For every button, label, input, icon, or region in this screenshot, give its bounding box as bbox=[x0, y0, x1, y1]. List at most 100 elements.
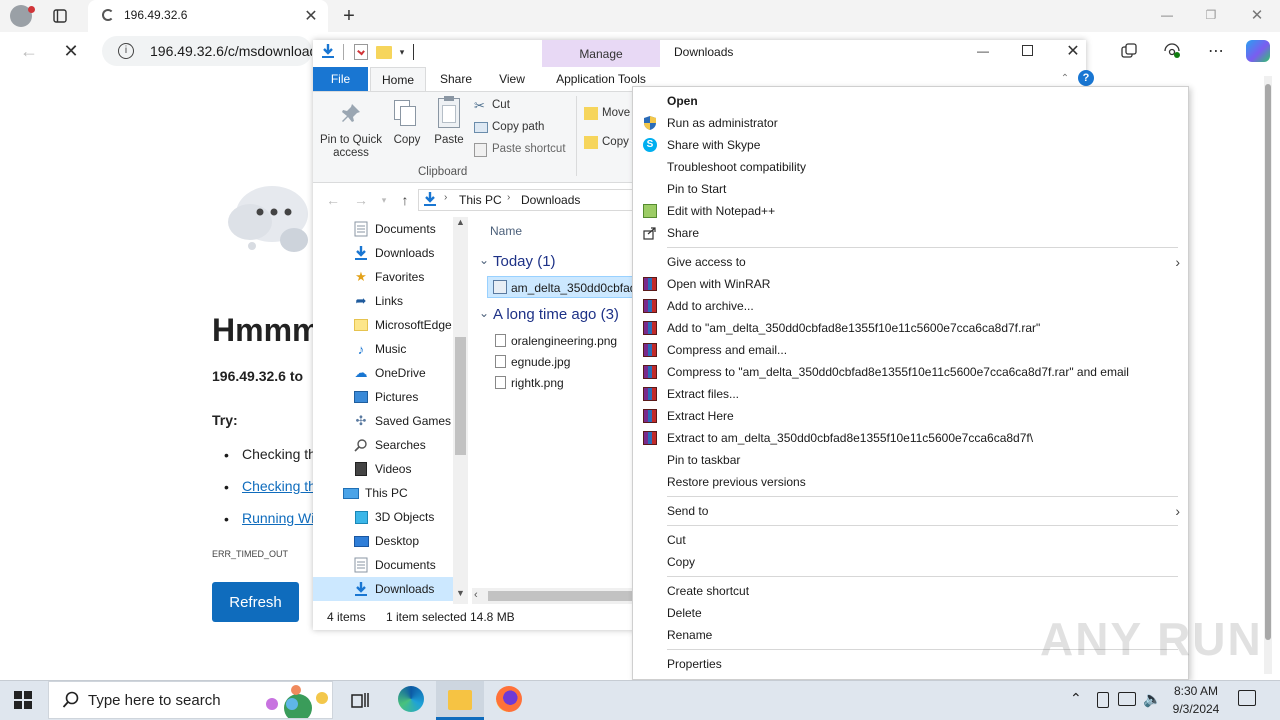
sidebar-item-this-pc[interactable]: This PC bbox=[343, 481, 453, 505]
sidebar-item-favorites[interactable]: ★ Favorites bbox=[353, 265, 453, 289]
path-chevron-icon[interactable]: › bbox=[507, 192, 510, 203]
menu-item-compress-and-email[interactable]: Compress and email... bbox=[633, 339, 1188, 361]
explorer-close-icon[interactable]: ✕ bbox=[1064, 42, 1082, 60]
quick-access-download-icon[interactable] bbox=[320, 43, 338, 61]
battery-icon[interactable] bbox=[1097, 692, 1109, 708]
more-options-icon[interactable]: ⋯ bbox=[1205, 40, 1227, 62]
group-long-ago[interactable]: A long time ago (3) bbox=[493, 306, 619, 323]
minimize-icon[interactable]: — bbox=[1158, 6, 1176, 24]
copy-path-button[interactable]: Copy path bbox=[492, 121, 544, 133]
menu-item-give-access-to[interactable]: Give access to › bbox=[633, 251, 1188, 273]
menu-item-create-shortcut[interactable]: Create shortcut bbox=[633, 580, 1188, 602]
group-today[interactable]: Today (1) bbox=[493, 253, 556, 270]
selected-file-name[interactable]: am_delta_350dd0cbfad bbox=[511, 281, 633, 295]
copilot-icon[interactable] bbox=[1246, 40, 1270, 62]
help-icon[interactable]: ? bbox=[1078, 70, 1094, 86]
move-to-button[interactable]: Move bbox=[602, 107, 630, 119]
window-close-icon[interactable]: ✕ bbox=[1248, 6, 1266, 24]
menu-item-open[interactable]: Open bbox=[633, 90, 1188, 112]
sidebar-item-onedrive[interactable]: ☁ OneDrive bbox=[353, 361, 453, 385]
firefox-taskbar-icon[interactable] bbox=[496, 686, 522, 712]
menu-item-pin-to-start[interactable]: Pin to Start bbox=[633, 178, 1188, 200]
sidebar-item-downloads[interactable]: Downloads bbox=[313, 577, 453, 601]
menu-item-extract-files[interactable]: Extract files... bbox=[633, 383, 1188, 405]
tab-share[interactable]: Share bbox=[430, 67, 482, 91]
menu-item-pin-to-taskbar[interactable]: Pin to taskbar bbox=[633, 449, 1188, 471]
tab-actions-icon[interactable] bbox=[50, 6, 70, 26]
collections-icon[interactable] bbox=[1118, 40, 1140, 62]
tab-home[interactable]: Home bbox=[370, 67, 426, 91]
new-tab-icon[interactable]: + bbox=[338, 5, 360, 27]
sidebar-item-links[interactable]: ➦ Links bbox=[353, 289, 453, 313]
horizontal-scrollbar[interactable]: ‹ bbox=[472, 588, 633, 604]
menu-item-share-with-skype[interactable]: S Share with Skype bbox=[633, 134, 1188, 156]
paste-shortcut-button[interactable]: Paste shortcut bbox=[492, 143, 566, 155]
extensions-icon[interactable] bbox=[1161, 40, 1183, 62]
sidebar-item-documents[interactable]: Documents bbox=[353, 553, 453, 577]
menu-item-extract-here[interactable]: Extract Here bbox=[633, 405, 1188, 427]
sidebar-item-documents[interactable]: Documents bbox=[353, 217, 453, 241]
edge-taskbar-icon[interactable] bbox=[398, 686, 424, 712]
sidebar-scrollbar[interactable]: ▲ ▼ bbox=[453, 217, 468, 604]
sidebar-item-pictures[interactable]: Pictures bbox=[353, 385, 453, 409]
collapse-ribbon-icon[interactable]: ⌃ bbox=[1058, 70, 1072, 86]
path-chevron-icon[interactable]: › bbox=[444, 192, 447, 203]
clock-date[interactable]: 9/3/2024 bbox=[1162, 702, 1230, 716]
menu-item-cut[interactable]: Cut bbox=[633, 529, 1188, 551]
address-text[interactable]: 196.49.32.6/c/msdownload bbox=[150, 43, 312, 59]
copy-to-button[interactable]: Copy bbox=[602, 136, 629, 148]
menu-item-edit-with-notepad[interactable]: Edit with Notepad++ bbox=[633, 200, 1188, 222]
menu-item-copy[interactable]: Copy bbox=[633, 551, 1188, 573]
sidebar-item-searches[interactable]: Searches bbox=[353, 433, 453, 457]
menu-item-run-as-administrator[interactable]: Run as administrator bbox=[633, 112, 1188, 134]
network-icon[interactable] bbox=[1118, 692, 1136, 706]
manage-tab[interactable]: Manage bbox=[542, 40, 660, 68]
sidebar-item-videos[interactable]: Videos bbox=[353, 457, 453, 481]
sidebar-item-downloads[interactable]: Downloads bbox=[353, 241, 453, 265]
notification-icon[interactable] bbox=[1238, 690, 1256, 706]
new-folder-icon[interactable] bbox=[376, 46, 392, 59]
menu-item-add-to-am-delta-350dd0cbfad8e1355f10e11c[interactable]: Add to "am_delta_350dd0cbfad8e1355f10e11… bbox=[633, 317, 1188, 339]
suggestion-link[interactable]: Checking th bbox=[242, 478, 316, 494]
file-name[interactable]: egnude.jpg bbox=[511, 355, 570, 369]
clock-time[interactable]: 8:30 AM bbox=[1162, 684, 1230, 698]
tab-close-icon[interactable]: ✕ bbox=[302, 7, 320, 25]
restore-icon[interactable]: ❐ bbox=[1202, 6, 1220, 24]
group-chevron-icon[interactable]: ⌄ bbox=[479, 253, 489, 267]
show-hidden-icons[interactable]: ⌃ bbox=[1070, 690, 1082, 707]
nav-back-icon[interactable]: ← bbox=[324, 191, 342, 209]
menu-item-add-to-archive[interactable]: Add to archive... bbox=[633, 295, 1188, 317]
volume-icon[interactable]: 🔈 bbox=[1143, 690, 1162, 708]
nav-up-icon[interactable]: ↑ bbox=[396, 191, 414, 209]
info-icon[interactable]: i bbox=[118, 43, 134, 59]
explorer-maximize-icon[interactable] bbox=[1022, 45, 1033, 56]
suggestion-link[interactable]: Running Wi bbox=[242, 510, 314, 526]
column-name[interactable]: Name bbox=[490, 224, 522, 238]
stop-icon[interactable]: ✕ bbox=[60, 40, 82, 62]
start-button[interactable] bbox=[14, 691, 32, 709]
task-view-icon[interactable] bbox=[350, 690, 370, 710]
nav-forward-icon[interactable]: → bbox=[352, 191, 370, 209]
back-icon[interactable]: ← bbox=[18, 40, 40, 62]
search-placeholder[interactable]: Type here to search bbox=[88, 692, 221, 709]
sidebar-item-microsoftedge[interactable]: MicrosoftEdge bbox=[353, 313, 453, 337]
customize-qat-icon[interactable]: ▾ bbox=[396, 44, 408, 60]
file-name[interactable]: oralengineering.png bbox=[511, 334, 617, 348]
menu-item-share[interactable]: Share bbox=[633, 222, 1188, 244]
sidebar-item-music[interactable]: ♪ Music bbox=[353, 337, 453, 361]
recent-locations-icon[interactable]: ▾ bbox=[378, 193, 390, 207]
menu-item-compress-to-am-delta-350dd0cbfad8e1355f1[interactable]: Compress to "am_delta_350dd0cbfad8e1355f… bbox=[633, 361, 1188, 383]
sidebar-item-desktop[interactable]: Desktop bbox=[353, 529, 453, 553]
explorer-minimize-icon[interactable]: — bbox=[974, 42, 992, 60]
properties-icon[interactable] bbox=[354, 44, 368, 60]
pin-quick-access-button[interactable]: Pin to Quick access bbox=[318, 134, 384, 160]
file-name[interactable]: rightk.png bbox=[511, 376, 564, 390]
paste-button[interactable]: Paste bbox=[432, 134, 466, 147]
tab-file[interactable]: File bbox=[313, 67, 368, 91]
refresh-button[interactable]: Refresh bbox=[212, 582, 299, 622]
copy-button[interactable]: Copy bbox=[390, 134, 424, 147]
menu-item-extract-to-am-delta-350dd0cbfad8e1355f10[interactable]: Extract to am_delta_350dd0cbfad8e1355f10… bbox=[633, 427, 1188, 449]
page-scrollbar[interactable] bbox=[1264, 76, 1272, 674]
group-chevron-icon[interactable]: ⌄ bbox=[479, 306, 489, 320]
breadcrumb-this-pc[interactable]: This PC bbox=[459, 193, 502, 207]
